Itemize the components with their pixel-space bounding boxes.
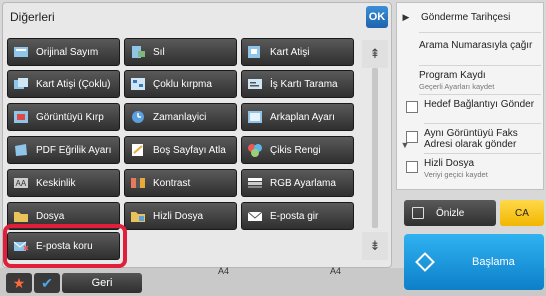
quick-file-icon [129, 208, 147, 224]
erase-icon [129, 44, 147, 60]
erase-button[interactable]: Sıl [124, 38, 237, 66]
rgb-icon [246, 175, 264, 191]
history-scroll-down[interactable]: ▼ [398, 138, 412, 152]
separator [424, 153, 541, 154]
contrast-icon [129, 175, 147, 191]
history-tab[interactable]: ▶ [396, 2, 416, 32]
scroll-down-button[interactable]: ⇟ [362, 232, 388, 260]
check-button[interactable]: ✔ [34, 273, 60, 293]
checkmark-icon: ✔ [41, 274, 53, 291]
preview-button[interactable]: Önizle [404, 200, 496, 226]
double-chevron-up-icon: ⇞ [369, 46, 381, 61]
output-color-button[interactable]: Çikis Rengi [241, 136, 354, 164]
multi-crop-icon [129, 76, 147, 92]
separator [419, 94, 541, 95]
skip-blank-page-button[interactable]: Boş Sayfayı Atla [124, 136, 237, 164]
ok-button[interactable]: OK [366, 6, 388, 28]
back-button[interactable]: Geri [62, 273, 142, 293]
call-by-search-number[interactable]: Arama Numarasıyla çağır [419, 40, 539, 51]
clear-all-button[interactable]: CA [500, 200, 544, 226]
separator [424, 123, 541, 124]
file-icon [12, 208, 30, 224]
skip-blank-icon [129, 142, 147, 158]
rgb-adjust-button[interactable]: RGB Ayarlama [241, 169, 354, 197]
triangle-down-icon: ▼ [400, 140, 410, 150]
card-shot-multi-button[interactable]: Kart Atişi (Çoklu) [7, 70, 120, 98]
send-target-link-label: Hedef Bağlantıyı Gönder [424, 99, 535, 110]
send-same-image-fax-label: Aynı Görüntüyü Faks Adresi olarak gönder [424, 128, 518, 150]
business-card-scan-button[interactable]: İş Kartı Tarama [241, 70, 354, 98]
original-count-icon [12, 44, 30, 60]
pdf-skew-button[interactable]: PDF Eğrilik Ayarı [7, 136, 120, 164]
timer-icon [129, 109, 147, 125]
separator [419, 65, 541, 66]
sharpness-button[interactable]: AA Keskinlik [7, 169, 120, 197]
pdf-skew-icon [12, 142, 30, 158]
crop-image-button[interactable]: Görüntüyü Kırp [7, 103, 120, 131]
card-shot-multi-icon [12, 76, 30, 92]
scroll-up-button[interactable]: ⇞ [362, 40, 388, 68]
paper-size-2: A4 [330, 266, 342, 276]
selection-highlight [3, 224, 127, 268]
email-enter-button[interactable]: E-posta gir [241, 202, 354, 230]
sharpness-icon: AA [12, 175, 30, 191]
preview-icon [412, 207, 424, 219]
quick-file-checkbox[interactable] [406, 161, 418, 173]
output-color-icon [246, 142, 264, 158]
timer-button[interactable]: Zamanlayici [124, 103, 237, 131]
history-title: Gönderme Tarihçesi [421, 12, 511, 23]
start-button[interactable]: Başlama [404, 234, 544, 290]
play-icon: ▶ [402, 11, 410, 22]
star-icon: ★ [12, 274, 26, 291]
panel-title: Diğerleri [10, 10, 55, 24]
scrollbar-track[interactable] [372, 68, 378, 228]
card-shot-icon [246, 44, 264, 60]
business-card-scan-icon [246, 76, 264, 92]
card-shot-button[interactable]: Kart Atişi [241, 38, 354, 66]
background-icon [246, 109, 264, 125]
double-chevron-down-icon: ⇟ [369, 238, 381, 253]
contrast-button[interactable]: Kontrast [124, 169, 237, 197]
quick-file-button[interactable]: Hizli Dosya [124, 202, 237, 230]
program-register[interactable]: Program Kaydı Geçerli Ayarları kaydet [419, 70, 541, 92]
crop-image-icon [12, 109, 30, 125]
background-setting-button[interactable]: Arkaplan Ayarı [241, 103, 354, 131]
svg-text:AA: AA [16, 179, 27, 188]
paper-size-1: A4 [218, 266, 230, 276]
send-target-link-checkbox[interactable] [406, 101, 418, 113]
separator [419, 32, 541, 33]
multi-crop-button[interactable]: Çoklu kırpma [124, 70, 237, 98]
quick-file-item: Hizli Dosya Veriyi geçici kaydet [424, 158, 488, 179]
start-diamond-icon [415, 252, 435, 272]
original-count-button[interactable]: Orijinal Sayım [7, 38, 120, 66]
favorite-button[interactable]: ★ [6, 273, 32, 293]
email-enter-icon [246, 208, 264, 224]
